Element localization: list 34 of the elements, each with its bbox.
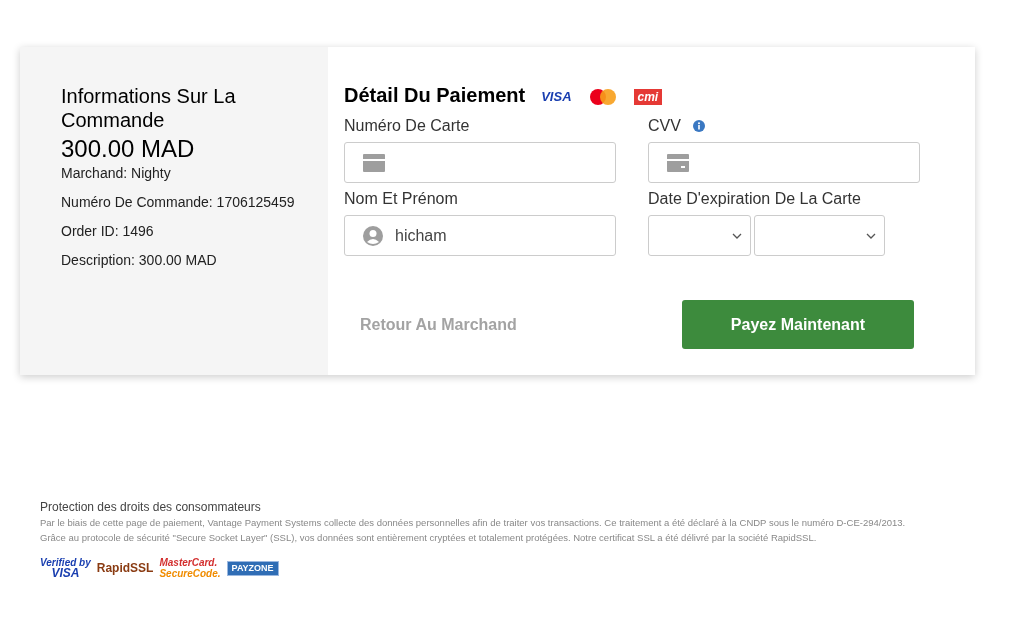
cvv-field[interactable]	[648, 142, 920, 183]
expiry-select[interactable]	[648, 215, 751, 256]
back-link[interactable]: Retour Au Marchand	[360, 312, 517, 337]
cmi-logo: cmi	[633, 89, 663, 105]
order-detail: Marchand: Nighty	[61, 165, 172, 181]
field-label: Date D'expiration De La Carte	[648, 189, 862, 209]
chevron-down-icon	[732, 232, 742, 239]
order-detail: Numéro De Commande: 1706125459	[61, 194, 296, 210]
card-number-field[interactable]	[344, 142, 616, 183]
securecode-logo: MasterCard. SecureCode.	[159, 557, 221, 579]
credit-card-icon	[667, 153, 689, 172]
field-label: Nom Et Prénom	[344, 189, 459, 209]
footer-text: Grâce au protocole de sécurité "Secure Socket Layer" (SSL), vos données sont entièrement cryptées et totalement protégées. Notre certificat SSL a été délivré par la société RapidSSL.	[40, 531, 818, 545]
user-icon	[363, 225, 383, 246]
verified-by-visa-logo: Verified by VISA	[40, 557, 91, 579]
order-detail: Description: 300.00 MAD	[61, 252, 218, 268]
rapidssl-logo: RapidSSL	[96, 560, 154, 577]
visa-logo: VISA	[541, 88, 572, 107]
pay-button[interactable]: Payez Maintenant	[682, 300, 914, 349]
order-detail: Order ID: 1496	[61, 223, 155, 239]
field-label: CVV	[648, 116, 681, 136]
order-title: Informations Sur La Commande	[61, 84, 237, 132]
chevron-down-icon	[866, 232, 876, 239]
credit-card-icon	[363, 153, 385, 172]
info-icon[interactable]	[692, 120, 705, 132]
payzone-logo: PAYZONE	[226, 560, 279, 576]
field-label: Numéro De Carte	[344, 116, 471, 136]
footer-text: Par le biais de cette page de paiement, Vantage Payment Systems collecte des données personnelles afin de traiter vos transactions. Ce traitement a été déclaré à la CNDP sous le numéro D-CE-294/2013.	[40, 516, 907, 530]
expiry-select[interactable]	[754, 215, 885, 256]
payment-title: Détail Du Paiement	[344, 83, 526, 108]
footer-title: Protection des droits des consommateurs	[40, 499, 262, 515]
name-field[interactable]: hicham	[344, 215, 616, 256]
mastercard-logo	[589, 89, 616, 105]
order-amount: 300.00 MAD	[61, 135, 196, 163]
